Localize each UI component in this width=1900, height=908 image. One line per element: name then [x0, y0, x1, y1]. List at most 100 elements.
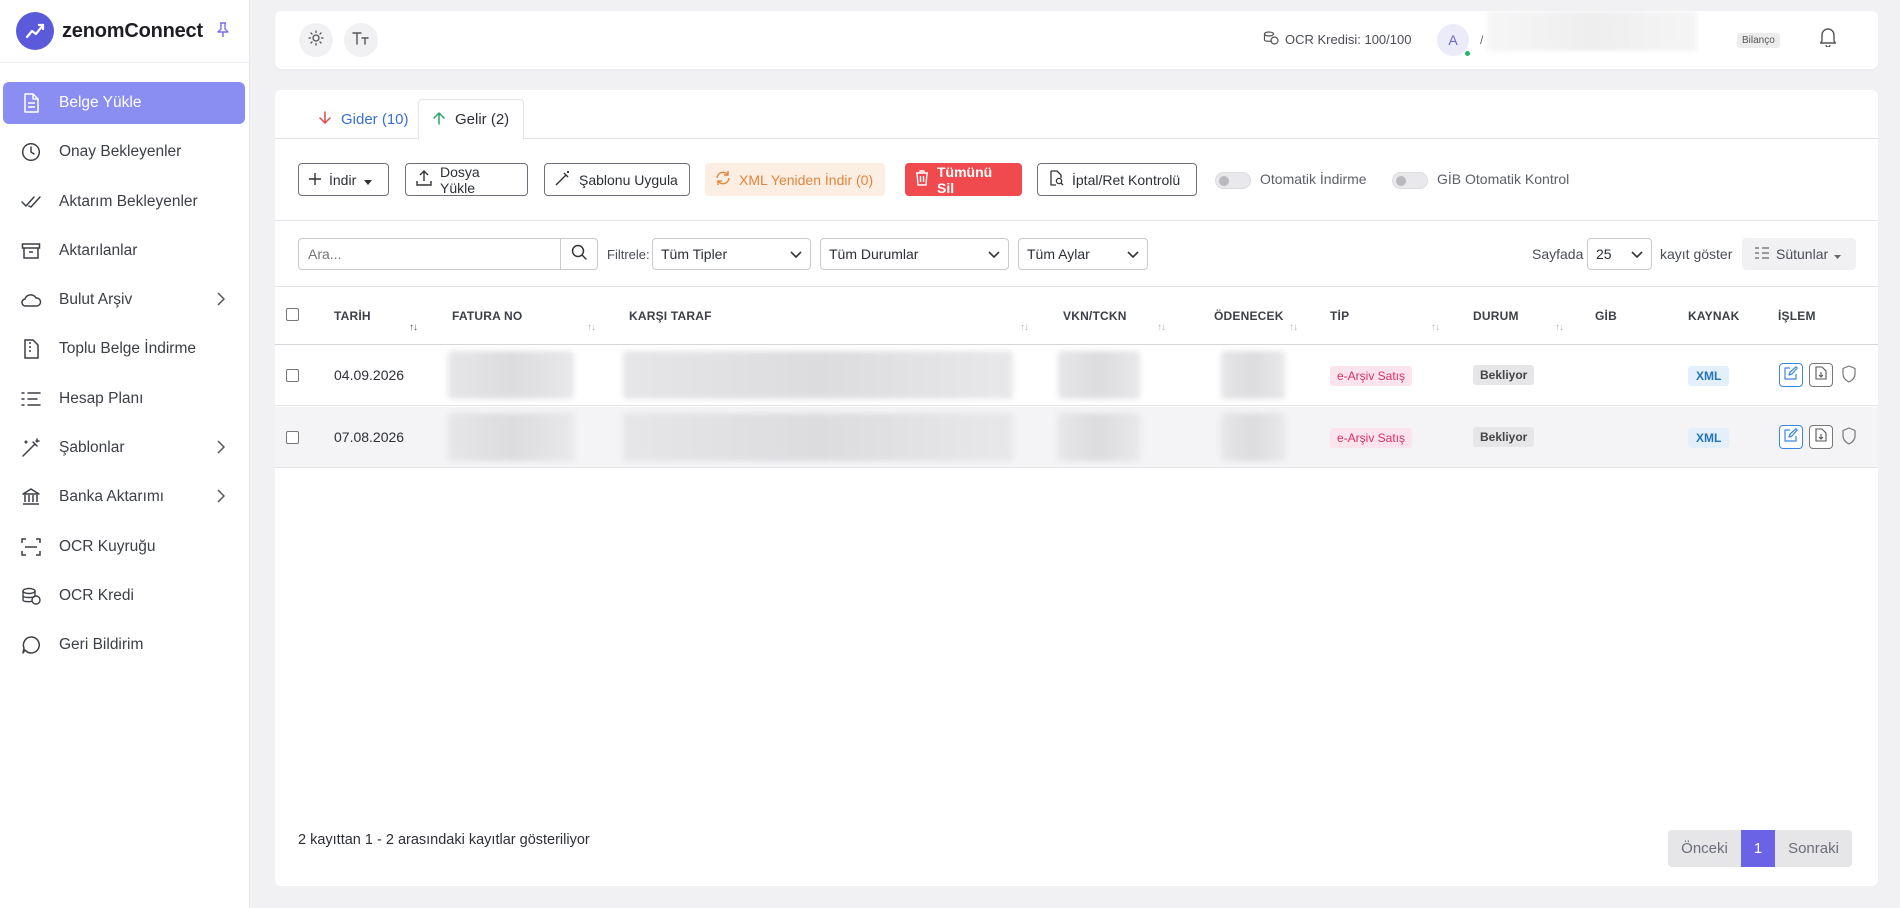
column-header-islem: İŞLEM	[1778, 309, 1816, 323]
caret-down-icon	[364, 172, 373, 188]
search-input[interactable]	[299, 239, 560, 269]
type-badge: e-Arşiv Satış	[1330, 366, 1413, 386]
clock-icon	[20, 141, 42, 163]
shield-icon[interactable]	[1841, 365, 1857, 387]
tumunu-sil-button[interactable]: Tümünü Sil	[905, 163, 1022, 196]
sidebar-item-hesap-plani[interactable]: Hesap Planı	[3, 378, 245, 420]
sidebar-item-label: OCR Kuyruğu	[59, 537, 156, 555]
sort-icon[interactable]: ↑↓	[1020, 322, 1029, 333]
month-filter-select[interactable]: Tüm Aylar	[1018, 238, 1148, 270]
tab-label: Gider (10)	[341, 111, 409, 128]
tab-gider[interactable]: Gider (10)	[305, 99, 423, 140]
sort-icon[interactable]: ↑↓	[409, 322, 418, 333]
column-header-durum[interactable]: DURUM	[1473, 309, 1519, 323]
gib-otomatik-kontrol-toggle[interactable]	[1392, 172, 1428, 189]
brand-logo-icon	[16, 12, 54, 50]
column-header-karsi-taraf[interactable]: KARŞI TARAF	[629, 309, 712, 323]
arrow-up-icon	[433, 111, 445, 129]
user-name-redacted	[1487, 11, 1697, 51]
source-badge: XML	[1688, 428, 1730, 448]
sidebar-item-belge-yukle[interactable]: Belge Yükle	[3, 82, 245, 124]
columns-dropdown-button[interactable]: Sütunlar	[1742, 238, 1856, 270]
cloud-icon	[20, 289, 42, 311]
column-header-vkn-tckn[interactable]: VKN/TCKN	[1063, 309, 1127, 323]
double-check-icon	[20, 191, 42, 213]
sidebar-nav: Belge Yükle Onay Bekleyenler Aktarım Bek…	[0, 63, 249, 666]
filter-label: Filtrele:	[607, 247, 650, 262]
pagination: Önceki 1 Sonraki	[1668, 830, 1852, 867]
redacted-vkn	[1058, 351, 1140, 399]
search-button[interactable]	[560, 239, 597, 269]
sidebar-item-sablonlar[interactable]: Şablonlar	[3, 427, 245, 469]
dosya-yukle-button[interactable]: Dosya Yükle	[405, 163, 528, 196]
page-size-select[interactable]: 25	[1587, 238, 1652, 270]
pin-icon[interactable]	[216, 22, 230, 42]
sablonu-uygula-button[interactable]: Şablonu Uygula	[544, 163, 690, 196]
table-row: 04.09.2026 e-Arşiv Satış Bekliyor XML	[275, 345, 1878, 406]
redacted-fatura-no	[448, 413, 574, 461]
sidebar: zenomConnect Belge Yükle Onay Bekleyenle…	[0, 0, 250, 908]
sidebar-item-ocr-kredi[interactable]: OCR Kredi	[3, 575, 245, 617]
edit-icon	[1784, 366, 1798, 384]
download-xml-button[interactable]	[1809, 425, 1833, 449]
column-header-odenecek[interactable]: ÖDENECEK	[1214, 309, 1284, 323]
pagination-info: 2 kayıttan 1 - 2 arasındaki kayıtlar gös…	[298, 832, 590, 848]
select-all-checkbox[interactable]	[286, 308, 299, 321]
status-filter-select[interactable]: Tüm Durumlar	[820, 238, 1009, 270]
sort-icon[interactable]: ↑↓	[1289, 322, 1298, 333]
magic-wand-icon	[20, 437, 42, 459]
sidebar-item-aktarilanlar[interactable]: Aktarılanlar	[3, 230, 245, 272]
bell-icon[interactable]	[1819, 27, 1837, 51]
sort-icon[interactable]: ↑↓	[1157, 322, 1166, 333]
text-size-icon	[352, 30, 370, 50]
tab-gelir[interactable]: Gelir (2)	[418, 99, 525, 140]
row-checkbox[interactable]	[286, 431, 299, 444]
top-header: OCR Kredisi: 100/100 A / Bilanço	[275, 11, 1878, 69]
sort-icon[interactable]: ↑↓	[1431, 322, 1440, 333]
sidebar-item-banka-aktarimi[interactable]: Banka Aktarımı	[3, 476, 245, 518]
sidebar-item-toplu-belge-indirme[interactable]: Toplu Belge İndirme	[3, 328, 245, 370]
row-checkbox[interactable]	[286, 369, 299, 382]
scan-icon	[20, 536, 42, 558]
sidebar-item-ocr-kuyrugu[interactable]: OCR Kuyruğu	[3, 526, 245, 568]
sidebar-item-label: Belge Yükle	[59, 94, 142, 111]
brand[interactable]: zenomConnect	[0, 0, 249, 63]
theme-toggle-button[interactable]	[299, 23, 333, 57]
sort-icon[interactable]: ↑↓	[587, 322, 596, 333]
sidebar-item-geri-bildirim[interactable]: Geri Bildirim	[3, 624, 245, 666]
sidebar-item-bulut-arsiv[interactable]: Bulut Arşiv	[3, 279, 245, 321]
columns-label: Sütunlar	[1776, 246, 1829, 262]
column-header-tarih[interactable]: TARİH	[334, 309, 371, 323]
edit-button[interactable]	[1779, 425, 1803, 449]
download-xml-button[interactable]	[1809, 363, 1833, 387]
otomatik-indirme-toggle[interactable]	[1215, 172, 1251, 189]
iptal-ret-kontrolu-button[interactable]: İptal/Ret Kontrolü	[1037, 163, 1197, 196]
column-header-tip[interactable]: TİP	[1330, 309, 1349, 323]
ocr-credit[interactable]: OCR Kredisi: 100/100	[1263, 31, 1411, 48]
sort-icon[interactable]: ↑↓	[1555, 322, 1564, 333]
edit-button[interactable]	[1779, 363, 1803, 387]
caret-down-icon	[1834, 246, 1842, 262]
row-date: 07.08.2026	[334, 429, 405, 445]
avatar[interactable]: A	[1437, 24, 1469, 56]
xml-yeniden-indir-label: XML Yeniden İndir (0)	[739, 171, 874, 188]
type-filter-value: Tüm Tipler	[661, 246, 728, 262]
indir-dropdown-button[interactable]: İndir	[298, 163, 389, 196]
tumunu-sil-label: Tümünü Sil	[937, 163, 993, 196]
sablonu-uygula-label: Şablonu Uygula	[579, 171, 678, 188]
next-page-button[interactable]: Sonraki	[1775, 830, 1852, 867]
shield-icon[interactable]	[1841, 427, 1857, 449]
type-filter-select[interactable]: Tüm Tipler	[652, 238, 811, 270]
previous-page-button[interactable]: Önceki	[1668, 830, 1741, 867]
sidebar-item-onay-bekleyenler[interactable]: Onay Bekleyenler	[3, 131, 245, 173]
font-size-button[interactable]	[344, 23, 378, 57]
chevron-down-icon	[1127, 246, 1139, 262]
page-number-button[interactable]: 1	[1741, 830, 1775, 867]
xml-yeniden-indir-button[interactable]: XML Yeniden İndir (0)	[705, 163, 885, 196]
column-header-fatura-no[interactable]: FATURA NO	[452, 309, 522, 323]
tab-label: Gelir (2)	[455, 111, 510, 128]
sidebar-item-aktarim-bekleyenler[interactable]: Aktarım Bekleyenler	[3, 181, 245, 223]
documents-panel: Gider (10) Gelir (2) İndir Dosya Yükle Ş…	[275, 90, 1878, 886]
list-icon	[20, 388, 42, 410]
sidebar-item-label: Aktarım Bekleyenler	[59, 192, 198, 210]
